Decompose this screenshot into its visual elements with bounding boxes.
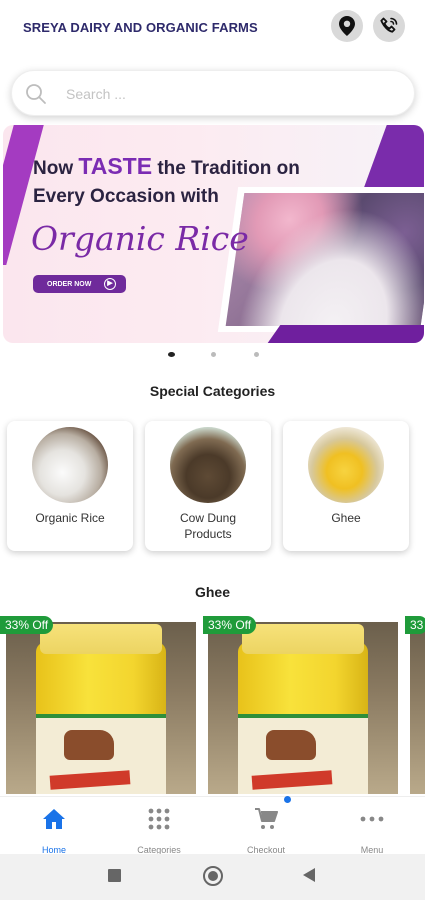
banner-headline-2: Every Occasion with (33, 186, 219, 207)
promo-banner[interactable]: Now TASTE the Tradition on Every Occasio… (3, 125, 424, 343)
ghee-product-list[interactable] (0, 616, 425, 796)
recents-icon[interactable] (108, 869, 121, 882)
discount-badge: 33% Off (0, 616, 54, 634)
product-card[interactable] (208, 622, 398, 794)
jar-label (238, 714, 368, 794)
category-label: Cow Dung Products (179, 511, 237, 541)
more-dots-icon (360, 816, 384, 822)
nav-home[interactable]: Home (9, 803, 99, 855)
search-icon (26, 84, 46, 104)
category-label: Organic Rice (35, 511, 105, 525)
banner-headline-1: Now TASTE the Tradition on (33, 153, 300, 179)
call-button[interactable] (373, 10, 405, 42)
jar-lid (242, 624, 364, 654)
category-card-organic-rice[interactable]: Organic Rice (7, 421, 133, 551)
home-circle-icon[interactable] (203, 866, 223, 886)
search-input[interactable] (66, 83, 386, 105)
banner-headline-3: Organic Rice (31, 219, 249, 258)
cow-dung-image (170, 427, 246, 503)
nav-menu[interactable]: Menu (327, 803, 417, 855)
jar-lid (40, 624, 162, 654)
nav-categories[interactable]: Categories (114, 803, 204, 855)
top-bar: SREYA DAIRY AND ORGANIC FARMS (0, 0, 425, 58)
order-now-label: ORDER NOW (47, 280, 92, 288)
bottom-navigation: Home Categories Checkout Menu (0, 796, 425, 855)
search-bar[interactable] (11, 70, 415, 116)
discount-badge: 33% Off (203, 616, 257, 634)
ghee-section-title: Ghee (194, 584, 230, 600)
system-navigation-bar (0, 854, 425, 900)
banner-highlight: TASTE (78, 153, 153, 179)
banner-rice-photo (225, 193, 424, 326)
arrow-right-icon: ▶ (104, 278, 116, 290)
organic-rice-image (32, 427, 108, 503)
discount-badge: 33 (405, 616, 425, 634)
phone-call-icon (380, 17, 398, 33)
order-now-button[interactable]: ORDER NOW ▶ (33, 275, 126, 293)
category-label: Ghee (331, 511, 361, 525)
product-card[interactable] (6, 622, 196, 794)
category-card-cow-dung[interactable]: Cow Dung Products (145, 421, 271, 551)
carousel-dot-1[interactable] (168, 352, 175, 357)
cart-icon (255, 808, 278, 829)
carousel-dot-2[interactable] (211, 352, 216, 357)
product-card[interactable] (410, 622, 425, 794)
back-triangle-icon[interactable] (303, 868, 315, 882)
category-card-ghee[interactable]: Ghee (283, 421, 409, 551)
brand-title: SREYA DAIRY AND ORGANIC FARMS (23, 20, 258, 35)
banner-accent-bottom-right (267, 325, 424, 343)
nav-checkout[interactable]: Checkout (221, 803, 311, 855)
jar-label (36, 714, 166, 794)
cart-indicator-dot (284, 796, 291, 803)
special-categories-title: Special Categories (149, 383, 276, 399)
location-pin-icon (339, 16, 355, 36)
carousel-dot-3[interactable] (254, 352, 259, 357)
carousel-indicator (0, 352, 425, 358)
banner-accent-top-right (361, 125, 424, 195)
home-icon (43, 809, 65, 829)
ghee-image (308, 427, 384, 503)
location-button[interactable] (331, 10, 363, 42)
grid-icon (148, 808, 170, 830)
